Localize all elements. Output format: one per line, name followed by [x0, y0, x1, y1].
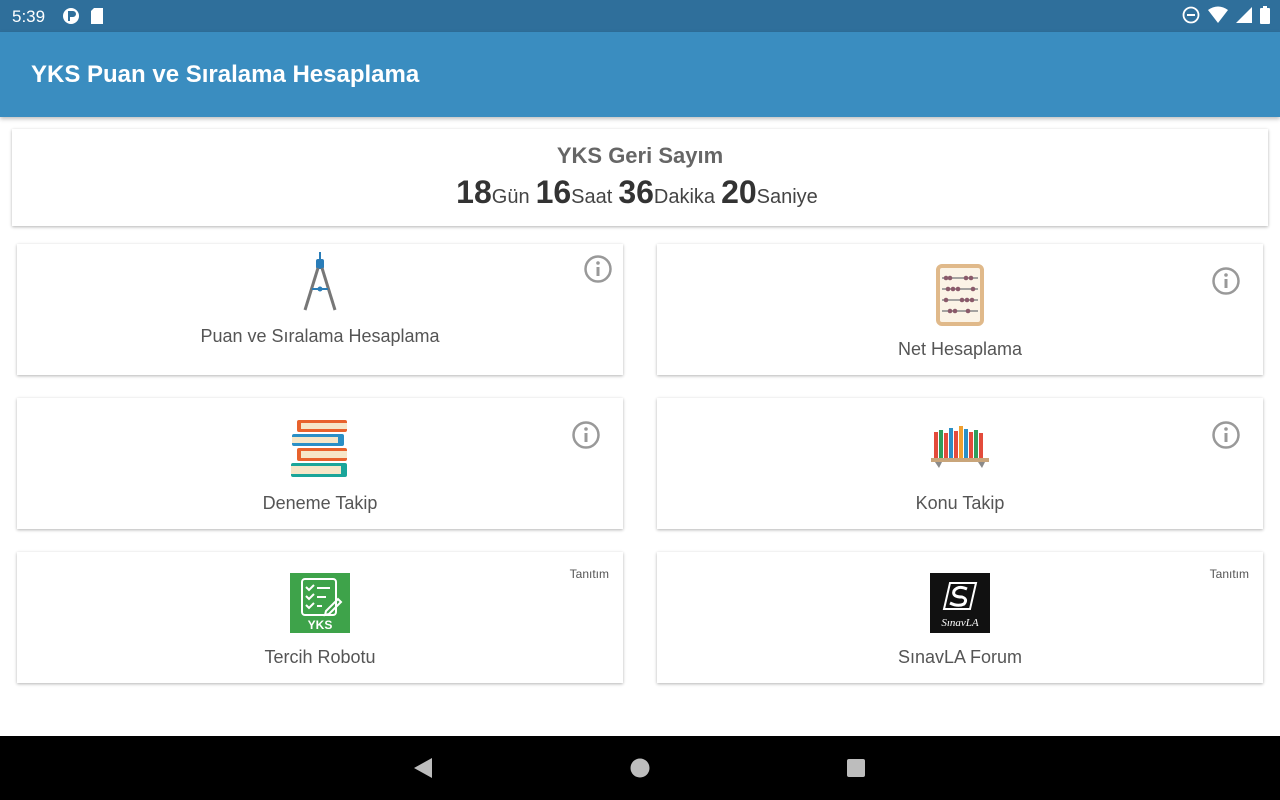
app-title: YKS Puan ve Sıralama Hesaplama	[31, 61, 420, 88]
card-puan-label: Puan ve Sıralama Hesaplama	[200, 326, 440, 346]
yks-checklist-icon: YKS	[290, 573, 350, 638]
card-tercih-label: Tercih Robotu	[264, 647, 376, 667]
countdown-days: 18	[456, 174, 492, 210]
wifi-icon	[1208, 6, 1228, 29]
countdown-hours-unit: Saat	[571, 186, 613, 208]
card-puan-siralama[interactable]: Puan ve Sıralama Hesaplama	[17, 244, 623, 375]
countdown-card: YKS Geri Sayım 18 Gün 16 Saat 36 Dakika …	[12, 129, 1268, 226]
battery-icon	[1260, 6, 1270, 29]
card-forum-label: SınavLA Forum	[897, 647, 1023, 667]
card-deneme-label: Deneme Takip	[262, 493, 378, 513]
pinwheel-icon	[62, 7, 80, 30]
countdown-row: 18 Gün 16 Saat 36 Dakika 20 Saniye	[12, 174, 1268, 211]
recents-icon[interactable]	[846, 758, 866, 783]
app-bar: YKS Puan ve Sıralama Hesaplama	[0, 32, 1280, 117]
card-deneme-takip[interactable]: Deneme Takip	[17, 398, 623, 529]
status-time: 5:39	[12, 7, 46, 26]
tercih-promo-tag: Tanıtım	[569, 567, 609, 581]
konu-info-icon[interactable]	[1211, 420, 1241, 450]
card-tercih-robotu[interactable]: Tanıtım YKS Tercih Robotu	[17, 552, 623, 683]
sinavla-logo-icon: SınavLA	[930, 573, 990, 638]
deneme-info-icon[interactable]	[571, 420, 601, 450]
back-icon[interactable]	[412, 757, 434, 784]
card-konu-label: Konu Takip	[915, 493, 1005, 513]
compass-icon	[300, 252, 340, 319]
card-konu-takip[interactable]: Konu Takip	[657, 398, 1263, 529]
svg-text:YKS: YKS	[308, 618, 333, 632]
card-sinavla-forum[interactable]: Tanıtım SınavLA SınavLA Forum	[657, 552, 1263, 683]
countdown-minutes: 36	[618, 174, 654, 210]
countdown-hours: 16	[535, 174, 572, 210]
countdown-seconds: 20	[721, 174, 757, 210]
countdown-minutes-unit: Dakika	[653, 186, 716, 208]
do-not-disturb-icon	[1182, 6, 1200, 29]
sd-card-icon	[90, 7, 104, 30]
card-net-hesaplama[interactable]: Net Hesaplama	[657, 244, 1263, 375]
countdown-seconds-unit: Saniye	[756, 186, 818, 208]
svg-text:SınavLA: SınavLA	[941, 617, 979, 629]
abacus-icon	[936, 264, 984, 331]
system-nav-bar	[0, 736, 1280, 800]
status-bar: 5:39	[0, 0, 1280, 32]
countdown-days-unit: Gün	[491, 186, 530, 208]
forum-promo-tag: Tanıtım	[1209, 567, 1249, 581]
card-net-label: Net Hesaplama	[897, 339, 1023, 359]
bookshelf-icon	[929, 422, 991, 477]
puan-info-icon[interactable]	[583, 254, 613, 284]
home-icon[interactable]	[629, 757, 651, 784]
books-stack-icon	[289, 418, 351, 485]
net-info-icon[interactable]	[1211, 266, 1241, 296]
countdown-title: YKS Geri Sayım	[556, 143, 724, 168]
signal-icon	[1236, 6, 1252, 29]
